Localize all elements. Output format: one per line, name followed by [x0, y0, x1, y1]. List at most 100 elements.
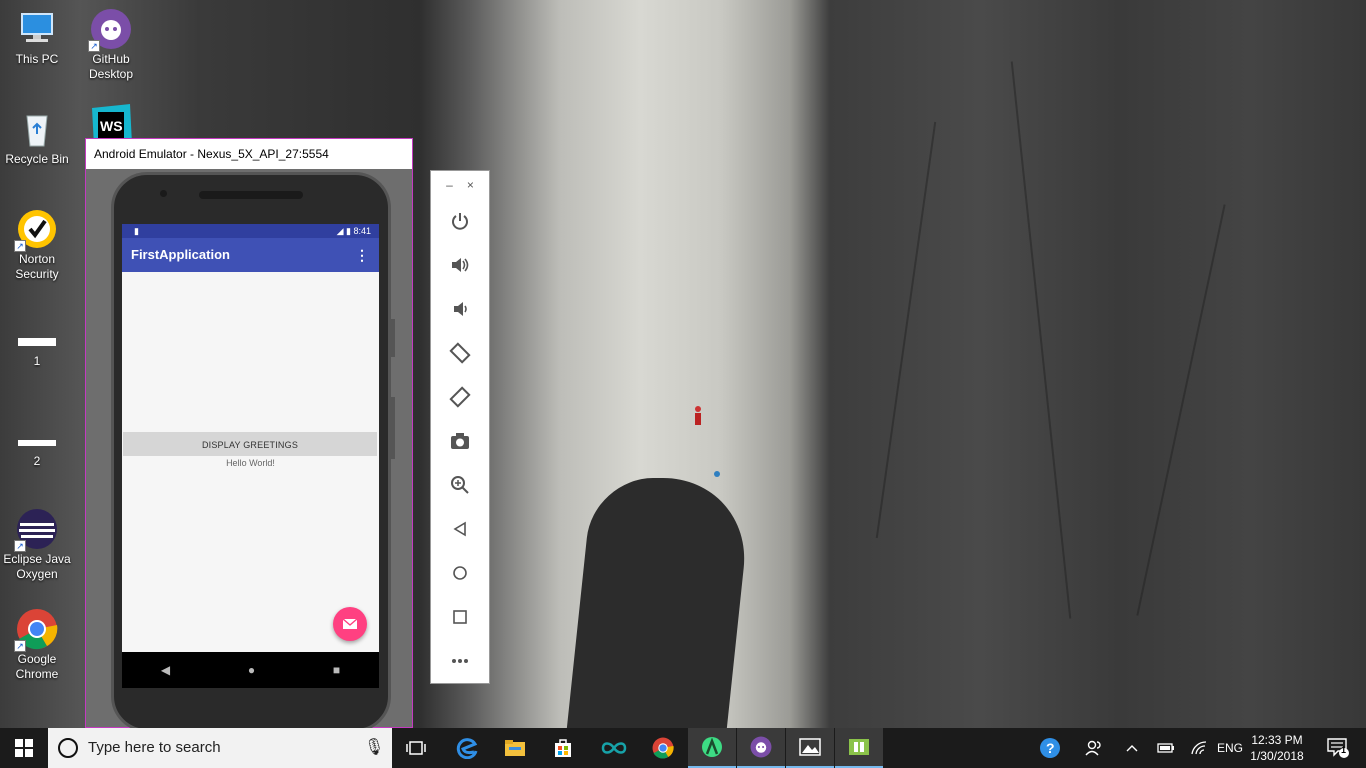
tray-help[interactable]: ? — [1036, 728, 1064, 768]
taskbar-android-studio[interactable] — [688, 728, 736, 768]
desktop-icon-this-pc[interactable]: This PC — [0, 8, 74, 67]
taskbar-github-desktop[interactable] — [737, 728, 785, 768]
action-center-button[interactable]: 1 — [1318, 728, 1358, 768]
wallpaper-climber-2 — [714, 471, 720, 477]
volume-down-button[interactable] — [431, 287, 489, 331]
task-view-icon — [406, 741, 426, 755]
emulator-icon — [849, 739, 869, 755]
toolbar-window-controls: – × — [431, 171, 489, 199]
rotate-left-icon — [449, 342, 471, 364]
desktop-icon-recycle-bin[interactable]: Recycle Bin — [0, 108, 74, 167]
overview-button[interactable] — [431, 595, 489, 639]
tray-power[interactable] — [1152, 728, 1178, 768]
app-title: FirstApplication — [131, 247, 230, 262]
taskbar-clock[interactable]: 12:33 PM 1/30/2018 — [1242, 732, 1312, 764]
microphone-icon[interactable]: 🎙 — [364, 728, 384, 768]
toolbar-minimize-button[interactable]: – — [446, 178, 453, 192]
emulator-title-bar[interactable]: Android Emulator - Nexus_5X_API_27:5554 — [86, 139, 412, 169]
taskbar-edge[interactable] — [443, 728, 491, 768]
notification-icon — [1327, 738, 1349, 758]
phone-power-button — [391, 319, 395, 357]
tray-people[interactable] — [1080, 728, 1108, 768]
android-nav-bar: ◀ ● ■ — [122, 652, 379, 688]
screenshot-button[interactable] — [431, 419, 489, 463]
desktop-icon-google-chrome[interactable]: ↗ Google Chrome — [0, 608, 74, 682]
battery-icon: ▮ — [346, 226, 351, 236]
desktop-icon-github-desktop[interactable]: ↗ GitHub Desktop — [74, 8, 148, 82]
phone-speaker — [199, 191, 303, 199]
app-bar: FirstApplication ⋮ — [122, 238, 379, 272]
help-icon: ? — [1040, 738, 1060, 758]
wallpaper-climber — [694, 406, 702, 426]
display-greetings-button[interactable]: DISPLAY GREETINGS — [123, 432, 377, 456]
rotate-right-button[interactable] — [431, 375, 489, 419]
norton-icon: ↗ — [14, 208, 58, 252]
phone-screen[interactable]: ▮ ◢ ▮ 8:41 FirstApplication ⋮ DISPLAY GR… — [122, 224, 379, 688]
infinity-icon — [601, 742, 627, 754]
shortcut-arrow-icon: ↗ — [88, 40, 100, 52]
desktop-icon-norton-security[interactable]: ↗ Norton Security — [0, 208, 74, 282]
zoom-button[interactable] — [431, 463, 489, 507]
chrome-icon — [652, 737, 674, 759]
desktop-icon-file-2[interactable]: 2 — [0, 410, 74, 469]
desktop-icon-eclipse[interactable]: ↗ Eclipse Java Oxygen — [0, 508, 74, 582]
svg-text:?: ? — [1046, 740, 1055, 756]
emulator-window[interactable]: Android Emulator - Nexus_5X_API_27:5554 … — [85, 138, 413, 732]
email-fab[interactable] — [333, 607, 367, 641]
more-icon — [452, 659, 468, 663]
back-button[interactable] — [431, 507, 489, 551]
android-studio-icon — [702, 737, 722, 757]
photos-icon — [799, 738, 821, 756]
notification-icon: ▮ — [134, 226, 139, 236]
android-status-bar: ▮ ◢ ▮ 8:41 — [122, 224, 379, 238]
desktop-icon-label: Eclipse Java Oxygen — [3, 552, 71, 581]
shortcut-arrow-icon: ↗ — [14, 640, 26, 652]
more-button[interactable] — [431, 639, 489, 683]
desktop-icon-webstorm[interactable]: WS — [74, 104, 148, 138]
taskbar-arduino[interactable] — [590, 728, 638, 768]
camera-icon — [451, 433, 469, 449]
taskbar-store[interactable] — [539, 728, 587, 768]
volume-down-icon — [454, 302, 467, 316]
webstorm-logo-text: WS — [100, 118, 123, 134]
mail-icon — [343, 619, 357, 629]
wallpaper-rock — [566, 478, 754, 728]
phone-volume-button — [391, 397, 395, 459]
signal-icon: ◢ — [336, 226, 344, 236]
taskbar-photos[interactable] — [786, 728, 834, 768]
github-icon: ↗ — [88, 8, 132, 52]
chrome-icon: ↗ — [14, 608, 58, 652]
phone-camera — [160, 190, 167, 197]
nav-overview-icon[interactable]: ■ — [333, 663, 340, 677]
webstorm-icon: WS — [90, 104, 132, 138]
chevron-up-icon — [1126, 745, 1138, 752]
rotate-left-button[interactable] — [431, 331, 489, 375]
notification-count-badge: 1 — [1341, 745, 1347, 755]
toolbar-close-button[interactable]: × — [467, 178, 474, 192]
rotate-right-icon — [449, 386, 471, 408]
tray-show-hidden-icons[interactable] — [1120, 728, 1144, 768]
nav-home-icon[interactable]: ● — [248, 663, 255, 677]
power-button[interactable] — [431, 199, 489, 243]
file-icon — [16, 410, 58, 452]
shortcut-arrow-icon: ↗ — [14, 540, 26, 552]
windows-logo-icon — [15, 739, 33, 757]
taskbar-chrome[interactable] — [639, 728, 687, 768]
nav-back-icon[interactable]: ◀ — [161, 663, 170, 677]
task-view-button[interactable] — [392, 728, 440, 768]
taskbar-file-explorer[interactable] — [491, 728, 539, 768]
desktop-icon-label: Google Chrome — [15, 652, 59, 681]
desktop-icon-label: Norton Security — [15, 252, 59, 281]
taskbar-search-box[interactable]: Type here to search 🎙 — [48, 728, 392, 768]
emulator-toolbar: – × — [430, 170, 490, 684]
taskbar-emulator[interactable] — [835, 728, 883, 768]
volume-up-button[interactable] — [431, 243, 489, 287]
status-time: 8:41 — [353, 226, 371, 236]
overflow-menu-icon[interactable]: ⋮ — [355, 238, 369, 272]
start-button[interactable] — [0, 728, 48, 768]
desktop-icon-label: This PC — [15, 52, 59, 66]
desktop-icon-file-1[interactable]: 1 — [0, 310, 74, 369]
power-icon — [452, 213, 468, 230]
home-button[interactable] — [431, 551, 489, 595]
tray-wifi[interactable] — [1186, 728, 1212, 768]
